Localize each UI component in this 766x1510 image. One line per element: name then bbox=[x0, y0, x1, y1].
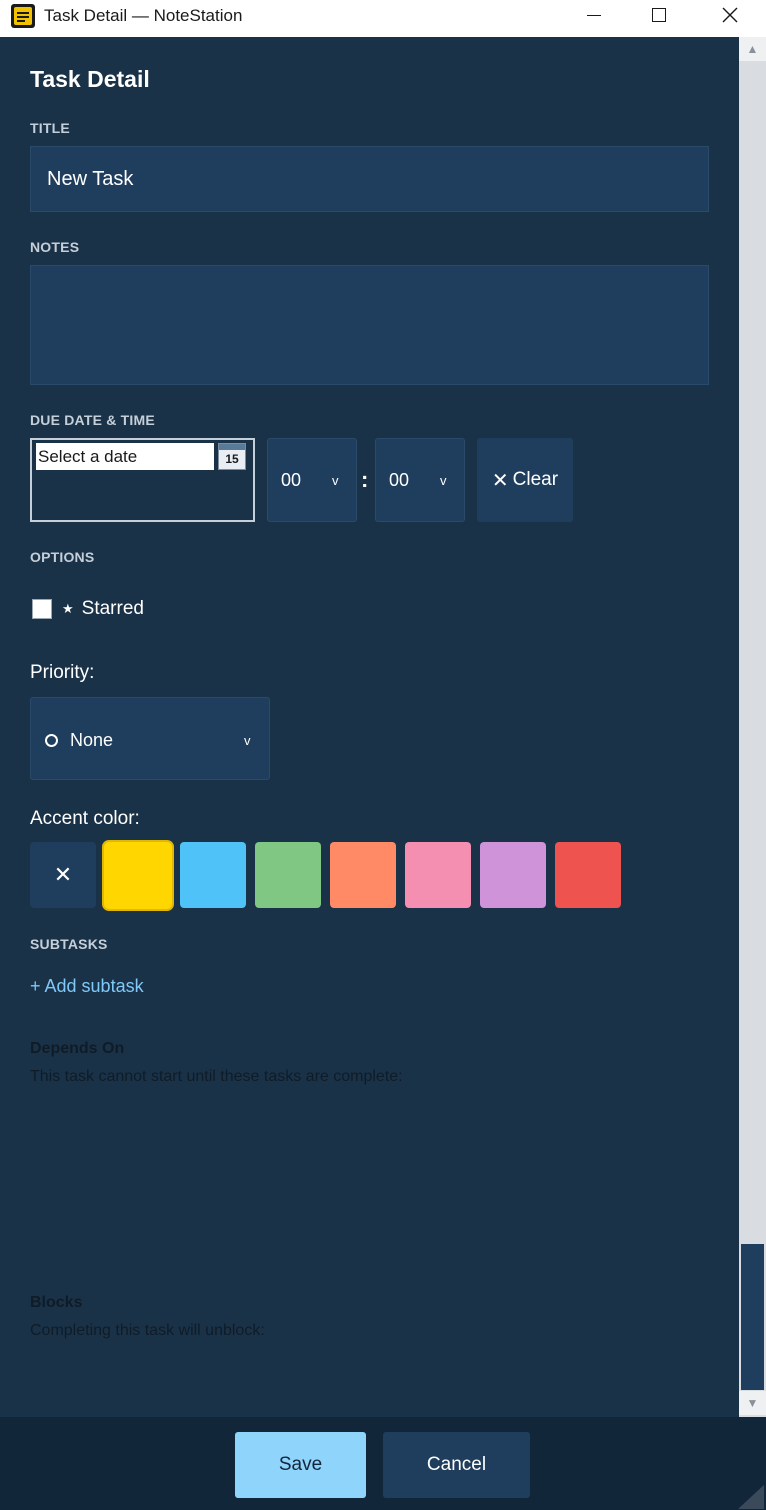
accent-swatch[interactable] bbox=[555, 842, 621, 908]
cancel-button[interactable]: Cancel bbox=[383, 1432, 530, 1498]
add-subtask-link[interactable]: + Add subtask bbox=[30, 976, 144, 997]
time-separator: : bbox=[361, 467, 369, 492]
minute-value: 00 bbox=[389, 470, 410, 490]
minimize-icon bbox=[587, 14, 601, 16]
chevron-down-icon: ▼ bbox=[746, 1396, 759, 1410]
priority-label: Priority: bbox=[30, 662, 95, 683]
date-picker: Select a date 15 bbox=[30, 438, 255, 522]
close-icon bbox=[722, 7, 738, 23]
calendar-icon[interactable]: 15 bbox=[218, 443, 246, 470]
vertical-scrollbar[interactable]: ▲ ▼ bbox=[739, 37, 766, 1417]
dialog-footer: Save Cancel bbox=[0, 1417, 766, 1510]
notes-textarea[interactable] bbox=[30, 265, 709, 385]
page-title: Task Detail bbox=[30, 66, 150, 92]
title-bar: Task Detail — NoteStation bbox=[0, 0, 766, 37]
title-label: TITLE bbox=[30, 120, 70, 136]
priority-select[interactable]: None v bbox=[30, 697, 270, 780]
maximize-icon bbox=[652, 8, 666, 22]
accent-color-label: Accent color: bbox=[30, 808, 140, 829]
scroll-thumb[interactable] bbox=[741, 1244, 764, 1390]
close-button[interactable] bbox=[698, 0, 762, 30]
starred-option[interactable]: ★ Starred bbox=[32, 598, 144, 620]
clear-date-button[interactable]: ✕ Clear bbox=[477, 438, 573, 522]
accent-none-swatch[interactable]: ✕ bbox=[30, 842, 96, 908]
scroll-up-button[interactable]: ▲ bbox=[739, 37, 766, 61]
calendar-day: 15 bbox=[225, 452, 239, 466]
hour-value: 00 bbox=[281, 470, 302, 490]
options-label: OPTIONS bbox=[30, 549, 95, 565]
depends-on-heading: Depends On bbox=[30, 1040, 125, 1057]
chevron-down-icon: v bbox=[440, 473, 447, 488]
starred-label: Starred bbox=[81, 598, 144, 619]
scroll-down-button[interactable]: ▼ bbox=[739, 1391, 766, 1415]
resize-grip[interactable] bbox=[738, 1485, 764, 1509]
save-button[interactable]: Save bbox=[235, 1432, 366, 1498]
notepad-icon bbox=[11, 4, 35, 28]
hour-select[interactable]: 00 v bbox=[267, 438, 357, 522]
accent-swatch[interactable] bbox=[180, 842, 246, 908]
notes-label: NOTES bbox=[30, 239, 80, 255]
circle-icon bbox=[45, 734, 58, 747]
accent-swatch[interactable] bbox=[405, 842, 471, 908]
window-title: Task Detail — NoteStation bbox=[44, 6, 243, 25]
date-input[interactable]: Select a date bbox=[36, 443, 214, 470]
star-icon: ★ bbox=[62, 601, 74, 616]
starred-checkbox[interactable] bbox=[32, 599, 52, 619]
task-detail-panel: Task Detail TITLE New Task NOTES DUE DAT… bbox=[0, 37, 739, 1417]
blocks-text: Completing this task will unblock: bbox=[30, 1322, 265, 1339]
due-date-label: DUE DATE & TIME bbox=[30, 412, 155, 428]
title-input[interactable]: New Task bbox=[30, 146, 709, 212]
chevron-up-icon: ▲ bbox=[746, 42, 759, 56]
accent-swatch[interactable] bbox=[480, 842, 546, 908]
accent-swatch[interactable] bbox=[102, 840, 174, 911]
close-icon: ✕ bbox=[53, 862, 73, 887]
maximize-button[interactable] bbox=[627, 0, 691, 30]
accent-swatch[interactable] bbox=[255, 842, 321, 908]
minimize-button[interactable] bbox=[562, 0, 626, 30]
chevron-down-icon: v bbox=[244, 733, 251, 748]
priority-value: None bbox=[70, 730, 114, 750]
accent-swatch[interactable] bbox=[330, 842, 396, 908]
minute-select[interactable]: 00 v bbox=[375, 438, 465, 522]
depends-on-text: This task cannot start until these tasks… bbox=[30, 1068, 403, 1085]
blocks-heading: Blocks bbox=[30, 1294, 83, 1311]
close-icon: ✕ bbox=[491, 469, 509, 492]
subtasks-label: SUBTASKS bbox=[30, 936, 108, 952]
chevron-down-icon: v bbox=[332, 473, 339, 488]
clear-label: Clear bbox=[512, 469, 559, 490]
